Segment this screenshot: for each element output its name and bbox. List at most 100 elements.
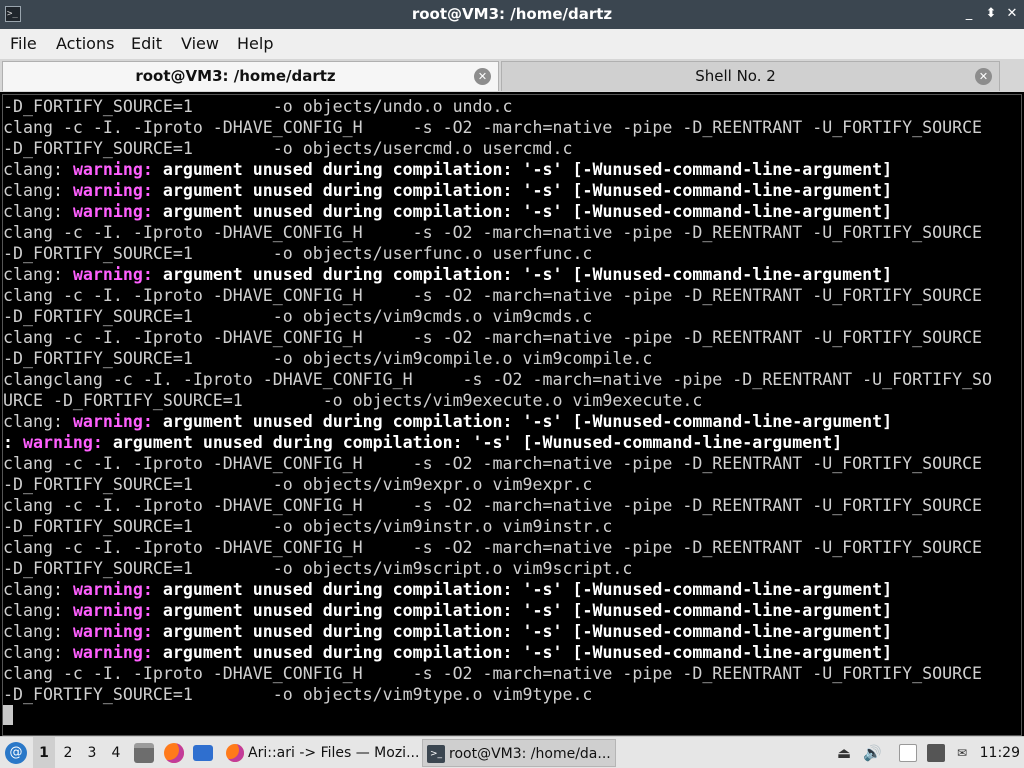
- menu-view[interactable]: View: [181, 34, 219, 53]
- terminal-line: clang: warning: argument unused during c…: [3, 600, 992, 621]
- terminal-line: clang -c -I. -Iproto -DHAVE_CONFIG_H -s …: [3, 663, 992, 684]
- terminal-text: argument unused during compilation: '-s'…: [152, 202, 893, 221]
- terminal-line: URCE -D_FORTIFY_SOURCE=1 -o objects/vim9…: [3, 390, 992, 411]
- warning-label: warning:: [72, 181, 153, 200]
- terminal-line: clang: warning: argument unused during c…: [3, 159, 992, 180]
- terminal-text: clang -c -I. -Iproto -DHAVE_CONFIG_H -s …: [3, 454, 983, 473]
- desktop-icon[interactable]: [193, 745, 213, 761]
- terminal-text: argument unused during compilation: '-s'…: [152, 265, 893, 284]
- task-terminal[interactable]: >_ root@VM3: /home/da...: [422, 739, 616, 767]
- terminal-line: clang: warning: argument unused during c…: [3, 201, 992, 222]
- clock[interactable]: 11:29: [980, 737, 1020, 768]
- window-titlebar: >_ root@VM3: /home/dartz _ ⬍ ✕: [0, 0, 1024, 29]
- warning-label: warning:: [72, 601, 153, 620]
- terminal-cursor: [3, 705, 13, 725]
- terminal-line: clang -c -I. -Iproto -DHAVE_CONFIG_H -s …: [3, 327, 992, 348]
- menu-actions[interactable]: Actions: [56, 34, 114, 53]
- terminal-text: -D_FORTIFY_SOURCE=1 -o objects/vim9expr.…: [3, 475, 593, 494]
- warning-label: warning:: [72, 643, 153, 662]
- terminal-text: clang:: [3, 643, 73, 662]
- terminal-text: -D_FORTIFY_SOURCE=1 -o objects/vim9instr…: [3, 517, 613, 536]
- terminal-text: clang:: [3, 622, 73, 641]
- terminal-line: -D_FORTIFY_SOURCE=1 -o objects/vim9expr.…: [3, 474, 992, 495]
- terminal-output[interactable]: -D_FORTIFY_SOURCE=1 -o objects/undo.o un…: [2, 94, 1022, 736]
- menu-file[interactable]: File: [10, 34, 37, 53]
- workspace-1[interactable]: 1: [33, 737, 55, 768]
- notification-icon[interactable]: ✉: [953, 744, 971, 762]
- terminal-text: -D_FORTIFY_SOURCE=1 -o objects/undo.o un…: [3, 97, 513, 116]
- terminal-text: -D_FORTIFY_SOURCE=1 -o objects/vim9type.…: [3, 685, 593, 704]
- tab-close-icon[interactable]: ✕: [474, 68, 491, 85]
- terminal-line: clang -c -I. -Iproto -DHAVE_CONFIG_H -s …: [3, 285, 992, 306]
- eject-icon[interactable]: ⏏: [835, 744, 853, 762]
- terminal-text: URCE -D_FORTIFY_SOURCE=1 -o objects/vim9…: [3, 391, 703, 410]
- workspace-4[interactable]: 4: [105, 737, 127, 768]
- terminal-text: argument unused during compilation: '-s'…: [152, 580, 893, 599]
- terminal-line: -D_FORTIFY_SOURCE=1 -o objects/vim9cmds.…: [3, 306, 992, 327]
- warning-label: warning:: [72, 622, 153, 641]
- terminal-line: clang -c -I. -Iproto -DHAVE_CONFIG_H -s …: [3, 222, 992, 243]
- terminal-line: clang: warning: argument unused during c…: [3, 579, 992, 600]
- terminal-line: -D_FORTIFY_SOURCE=1 -o objects/undo.o un…: [3, 96, 992, 117]
- terminal-text: clang -c -I. -Iproto -DHAVE_CONFIG_H -s …: [3, 286, 983, 305]
- terminal-text: clang:: [3, 412, 73, 431]
- debian-swirl-icon[interactable]: @: [5, 742, 27, 764]
- terminal-line: clang: warning: argument unused during c…: [3, 411, 992, 432]
- terminal-text: :: [3, 433, 23, 452]
- terminal-text: argument unused during compilation: '-s'…: [102, 433, 843, 452]
- window-title: root@VM3: /home/dartz: [411, 5, 613, 23]
- terminal-text: clang -c -I. -Iproto -DHAVE_CONFIG_H -s …: [3, 496, 983, 515]
- terminal-text: -D_FORTIFY_SOURCE=1 -o objects/userfunc.…: [3, 244, 593, 263]
- terminal-line: clang: warning: argument unused during c…: [3, 621, 992, 642]
- terminal-text: argument unused during compilation: '-s'…: [152, 643, 893, 662]
- terminal-text: clang:: [3, 601, 73, 620]
- terminal-line: clang -c -I. -Iproto -DHAVE_CONFIG_H -s …: [3, 495, 992, 516]
- tab-root-shell[interactable]: root@VM3: /home/dartz ✕: [2, 61, 499, 91]
- warning-label: warning:: [72, 265, 153, 284]
- terminal-line: clang -c -I. -Iproto -DHAVE_CONFIG_H -s …: [3, 537, 992, 558]
- task-label: root@VM3: /home/da...: [449, 746, 611, 762]
- menu-help[interactable]: Help: [237, 34, 273, 53]
- terminal-line: -D_FORTIFY_SOURCE=1 -o objects/vim9instr…: [3, 516, 992, 537]
- taskbar: @ 1 2 3 4 Ari::ari -> Files — Mozi... >_…: [0, 736, 1024, 768]
- workspace-2[interactable]: 2: [57, 737, 79, 768]
- tab-close-icon[interactable]: ✕: [975, 68, 992, 85]
- volume-icon[interactable]: 🔊: [863, 744, 882, 762]
- terminal-text: clang:: [3, 580, 73, 599]
- terminal-text: clang:: [3, 160, 73, 179]
- terminal-text: argument unused during compilation: '-s'…: [152, 412, 893, 431]
- terminal-icon: >_: [427, 745, 445, 763]
- minimize-button[interactable]: _: [960, 4, 978, 24]
- terminal-text: clang -c -I. -Iproto -DHAVE_CONFIG_H -s …: [3, 664, 983, 683]
- terminal-text: clangclang -c -I. -Iproto -DHAVE_CONFIG_…: [3, 370, 993, 389]
- warning-label: warning:: [72, 580, 153, 599]
- menu-edit[interactable]: Edit: [131, 34, 162, 53]
- warning-label: warning:: [72, 412, 153, 431]
- workspace-3[interactable]: 3: [81, 737, 103, 768]
- terminal-text: clang -c -I. -Iproto -DHAVE_CONFIG_H -s …: [3, 223, 983, 242]
- file-manager-icon[interactable]: [134, 743, 154, 763]
- terminal-text: -D_FORTIFY_SOURCE=1 -o objects/vim9scrip…: [3, 559, 633, 578]
- maximize-button[interactable]: ⬍: [982, 4, 1000, 24]
- tab-shell-2[interactable]: Shell No. 2 ✕: [501, 61, 1000, 91]
- terminal-text: clang -c -I. -Iproto -DHAVE_CONFIG_H -s …: [3, 118, 983, 137]
- tab-label: Shell No. 2: [695, 67, 776, 85]
- terminal-text: argument unused during compilation: '-s'…: [152, 622, 893, 641]
- network-icon[interactable]: [927, 744, 945, 762]
- terminal-line: clang -c -I. -Iproto -DHAVE_CONFIG_H -s …: [3, 117, 992, 138]
- menu-bar: File Actions Edit View Help: [0, 29, 1024, 59]
- clipboard-icon[interactable]: [899, 744, 917, 762]
- terminal-line: clang: warning: argument unused during c…: [3, 264, 992, 285]
- firefox-icon[interactable]: [164, 743, 184, 763]
- terminal-line: clang -c -I. -Iproto -DHAVE_CONFIG_H -s …: [3, 453, 992, 474]
- close-button[interactable]: ✕: [1003, 4, 1021, 24]
- terminal-text: clang -c -I. -Iproto -DHAVE_CONFIG_H -s …: [3, 538, 983, 557]
- warning-label: warning:: [72, 160, 153, 179]
- terminal-text: -D_FORTIFY_SOURCE=1 -o objects/vim9compi…: [3, 349, 653, 368]
- task-firefox-files[interactable]: Ari::ari -> Files — Mozi...: [222, 739, 418, 767]
- terminal-line: clangclang -c -I. -Iproto -DHAVE_CONFIG_…: [3, 369, 992, 390]
- task-label: Ari::ari -> Files — Mozi...: [248, 745, 418, 761]
- terminal-text: clang:: [3, 265, 73, 284]
- terminal-line: clang: warning: argument unused during c…: [3, 642, 992, 663]
- terminal-text: clang:: [3, 181, 73, 200]
